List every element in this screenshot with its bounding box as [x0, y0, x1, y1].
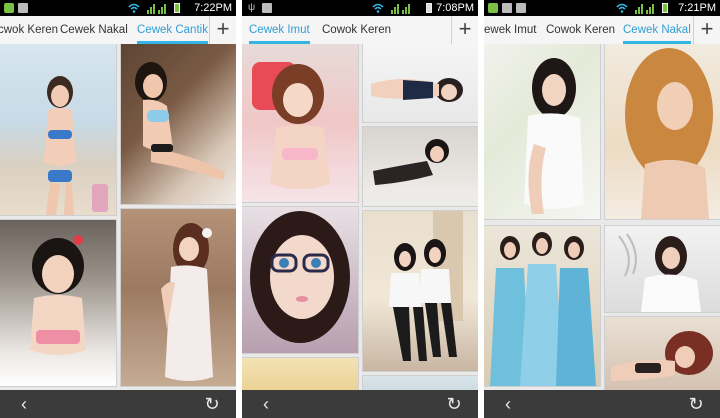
image-notification-icon — [18, 3, 28, 13]
battery-charging-icon — [426, 3, 432, 13]
photo-woman-white-shirt[interactable] — [484, 44, 600, 219]
status-time: 7:22PM — [194, 2, 232, 14]
photo-grid — [0, 44, 236, 390]
photo-girl-glasses-closeup[interactable] — [242, 207, 358, 353]
category-tabs: cwok Keren Cewek Nakal Cewek Cantik + — [0, 16, 236, 45]
phone-screen-1: 7:22PM cwok Keren Cewek Nakal Cewek Cant… — [0, 0, 236, 418]
tab-cewek-imut[interactable]: Cewek Imut — [249, 16, 310, 44]
notification-icon — [488, 3, 498, 13]
category-tabs: Cewek Imut Cowok Keren + — [242, 16, 478, 45]
tab-cowok-keren[interactable]: Cowok Keren — [322, 16, 391, 44]
navigation-bar: ‹ ↻ — [0, 390, 236, 418]
woman-figure-icon — [44, 76, 108, 215]
woman-figure-icon — [250, 211, 350, 343]
photo-girl-pink-top-bed[interactable] — [0, 220, 116, 386]
add-tab-button[interactable]: + — [209, 16, 236, 44]
status-bar: 7:21PM — [484, 0, 720, 16]
status-bar: 7:22PM — [0, 0, 236, 16]
phone-screen-2: ψ 7:08PM Cewek Imut Cowok Keren + ‹ ↻ — [242, 0, 478, 418]
photo-woman-feather-dress[interactable] — [605, 226, 720, 312]
photo-two-women-sitting[interactable] — [363, 211, 478, 371]
image-notification-icon-2 — [516, 3, 526, 13]
signal-icon — [147, 4, 166, 14]
photo-woman-white-dress[interactable] — [121, 209, 236, 386]
reload-icon[interactable]: ↻ — [676, 390, 716, 418]
battery-icon — [174, 3, 180, 13]
photo-woman-lying-sailor-top[interactable] — [363, 44, 478, 122]
woman-figure-icon — [161, 223, 213, 381]
woman-figure-icon — [618, 233, 701, 312]
reload-icon[interactable]: ↻ — [192, 390, 232, 418]
woman-figure-icon — [30, 235, 86, 355]
photo-three-women-blue-dresses[interactable] — [484, 226, 600, 386]
add-tab-button[interactable]: + — [451, 16, 478, 44]
woman-figure-icon — [363, 139, 478, 206]
photo-partial-bottom-tile-2[interactable] — [363, 376, 478, 390]
photo-grid — [242, 44, 478, 390]
woman-figure-icon — [252, 62, 330, 189]
women-figures-icon — [389, 211, 463, 361]
battery-icon — [662, 3, 668, 13]
navigation-bar: ‹ ↻ — [242, 390, 478, 418]
photo-grid — [484, 44, 720, 390]
category-tabs: ewek Imut Cowok Keren Cewek Nakal + — [484, 16, 720, 45]
tab-cewek-nakal[interactable]: Cewek Nakal — [623, 16, 691, 44]
photo-partial-bottom-tile[interactable] — [242, 358, 358, 390]
photo-woman-bikini-beach[interactable] — [0, 44, 116, 215]
photo-woman-lying-black-dress[interactable] — [363, 127, 478, 206]
back-icon[interactable]: ‹ — [246, 390, 286, 418]
woman-figure-icon — [625, 48, 713, 219]
tab-cowok-keren[interactable]: Cowok Keren — [546, 16, 615, 44]
woman-figure-icon — [371, 78, 463, 102]
usb-icon: ψ — [248, 2, 256, 13]
tab-cewek-nakal[interactable]: Cewek Nakal — [60, 16, 128, 44]
woman-figure-icon — [611, 331, 713, 381]
tab-cowok-keren[interactable]: cwok Keren — [0, 16, 58, 44]
photo-woman-golden-hair[interactable] — [605, 44, 720, 219]
photo-woman-lying-curly-hair[interactable] — [605, 317, 720, 390]
phone-screen-3: 7:21PM ewek Imut Cowok Keren Cewek Nakal… — [484, 0, 720, 418]
woman-figure-icon — [524, 58, 584, 214]
women-figures-icon — [490, 232, 596, 386]
add-tab-button[interactable]: + — [693, 16, 720, 44]
status-time: 7:08PM — [436, 2, 474, 14]
photo-woman-blue-bikini-seated[interactable] — [121, 44, 236, 204]
tab-cewek-cantik[interactable]: Cewek Cantik — [137, 16, 208, 44]
navigation-bar: ‹ ↻ — [484, 390, 720, 418]
reload-icon[interactable]: ↻ — [434, 390, 474, 418]
tab-cewek-imut[interactable]: ewek Imut — [484, 16, 536, 44]
photo-girl-pink-lingerie[interactable] — [242, 44, 358, 202]
wifi-icon — [372, 3, 384, 13]
signal-icon — [635, 4, 654, 14]
status-time: 7:21PM — [678, 2, 716, 14]
woman-figure-icon — [135, 62, 225, 180]
back-icon[interactable]: ‹ — [4, 390, 44, 418]
image-notification-icon — [262, 3, 272, 13]
back-icon[interactable]: ‹ — [488, 390, 528, 418]
wifi-icon — [128, 3, 140, 13]
wifi-icon — [616, 3, 628, 13]
notification-icon — [4, 3, 14, 13]
status-bar: ψ 7:08PM — [242, 0, 478, 16]
signal-icon — [391, 4, 410, 14]
image-notification-icon — [502, 3, 512, 13]
